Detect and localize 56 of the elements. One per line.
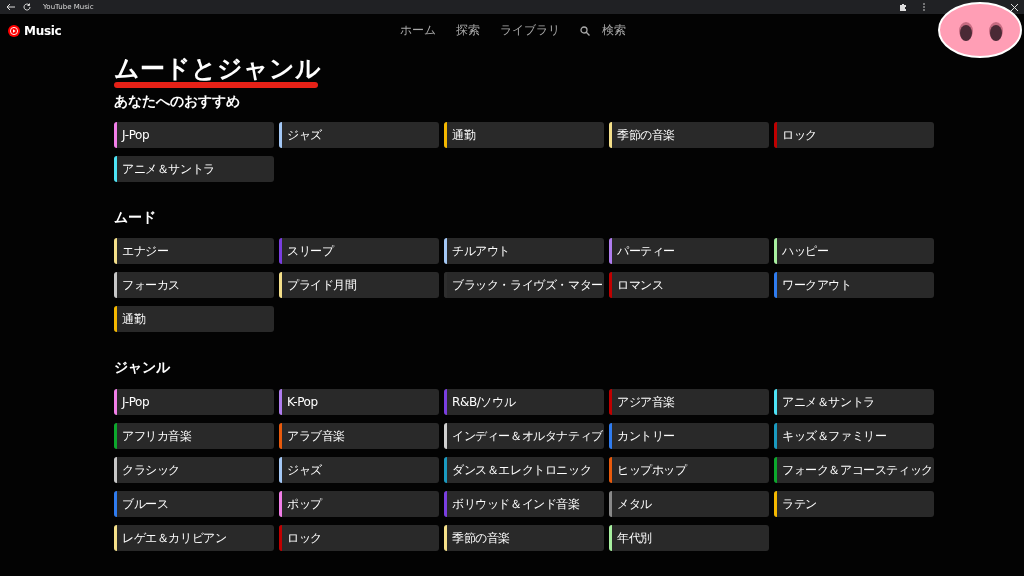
search-link[interactable]: 検索	[580, 22, 626, 40]
nav-link[interactable]: ライブラリ	[500, 22, 560, 40]
logo-text[interactable]: Music	[24, 22, 62, 40]
category-tile[interactable]: ラテン	[774, 490, 934, 517]
category-tile[interactable]: ポップ	[279, 490, 439, 517]
category-tile[interactable]: アジア音楽	[609, 388, 769, 415]
category-tile[interactable]: R&B/ソウル	[444, 388, 604, 415]
nav-link[interactable]: 探索	[456, 22, 480, 40]
section-title: ムード	[114, 208, 157, 227]
nav-link[interactable]: ホーム	[400, 22, 436, 40]
category-tile[interactable]: フォーク＆アコースティック	[774, 456, 934, 483]
category-tile[interactable]: J-Pop	[114, 388, 274, 415]
category-tile[interactable]: スリープ	[279, 238, 439, 265]
logo-icon[interactable]	[8, 25, 20, 37]
category-tile[interactable]: ジャズ	[279, 122, 439, 149]
search-icon	[580, 26, 590, 36]
category-tile[interactable]: 季節の音楽	[444, 524, 604, 551]
category-tile[interactable]: ロマンス	[609, 272, 769, 299]
category-tile[interactable]: ジャズ	[279, 456, 439, 483]
category-tile[interactable]: ダンス＆エレクトロニック	[444, 456, 604, 483]
category-tile[interactable]: アニメ＆サントラ	[774, 388, 934, 415]
close-icon[interactable]	[1011, 3, 1018, 11]
category-tile[interactable]: ブルース	[114, 490, 274, 517]
category-tile[interactable]: チルアウト	[444, 238, 604, 265]
category-tile[interactable]: フォーカス	[114, 272, 274, 299]
category-tile[interactable]: インディー＆オルタナティブ	[444, 422, 604, 449]
puzzle-icon[interactable]	[899, 3, 907, 11]
page-title: ムードとジャンル	[114, 54, 321, 84]
section-title: あなたへのおすすめ	[114, 92, 241, 111]
category-tile[interactable]: ワークアウト	[774, 272, 934, 299]
category-tile[interactable]: ヒップホップ	[609, 456, 769, 483]
category-tile[interactable]: メタル	[609, 490, 769, 517]
category-tile[interactable]: 季節の音楽	[609, 122, 769, 149]
category-tile[interactable]: ロック	[279, 524, 439, 551]
reload-icon[interactable]	[23, 3, 31, 11]
category-tile[interactable]: 通勤	[444, 122, 604, 149]
category-tile[interactable]: ボリウッド＆インド音楽	[444, 490, 604, 517]
category-tile[interactable]: アラブ音楽	[279, 422, 439, 449]
category-tile[interactable]: J-Pop	[114, 122, 274, 149]
category-tile[interactable]: 通勤	[114, 306, 274, 333]
category-tile[interactable]: ブラック・ライヴズ・マター	[444, 272, 604, 299]
category-tile[interactable]: K-Pop	[279, 388, 439, 415]
section-title: ジャンル	[114, 358, 171, 377]
category-tile[interactable]: プライド月間	[279, 272, 439, 299]
category-tile[interactable]: ハッピー	[774, 238, 934, 265]
category-tile[interactable]: ロック	[774, 122, 934, 149]
category-tile[interactable]: クラシック	[114, 456, 274, 483]
category-tile[interactable]: パーティー	[609, 238, 769, 265]
category-tile[interactable]: レゲエ＆カリビアン	[114, 524, 274, 551]
category-tile[interactable]: 年代別	[609, 524, 769, 551]
category-tile[interactable]: キッズ＆ファミリー	[774, 422, 934, 449]
category-tile[interactable]: アフリカ音楽	[114, 422, 274, 449]
category-tile[interactable]: カントリー	[609, 422, 769, 449]
category-tile[interactable]: エナジー	[114, 238, 274, 265]
back-icon[interactable]	[6, 3, 15, 11]
category-tile[interactable]: アニメ＆サントラ	[114, 156, 274, 183]
